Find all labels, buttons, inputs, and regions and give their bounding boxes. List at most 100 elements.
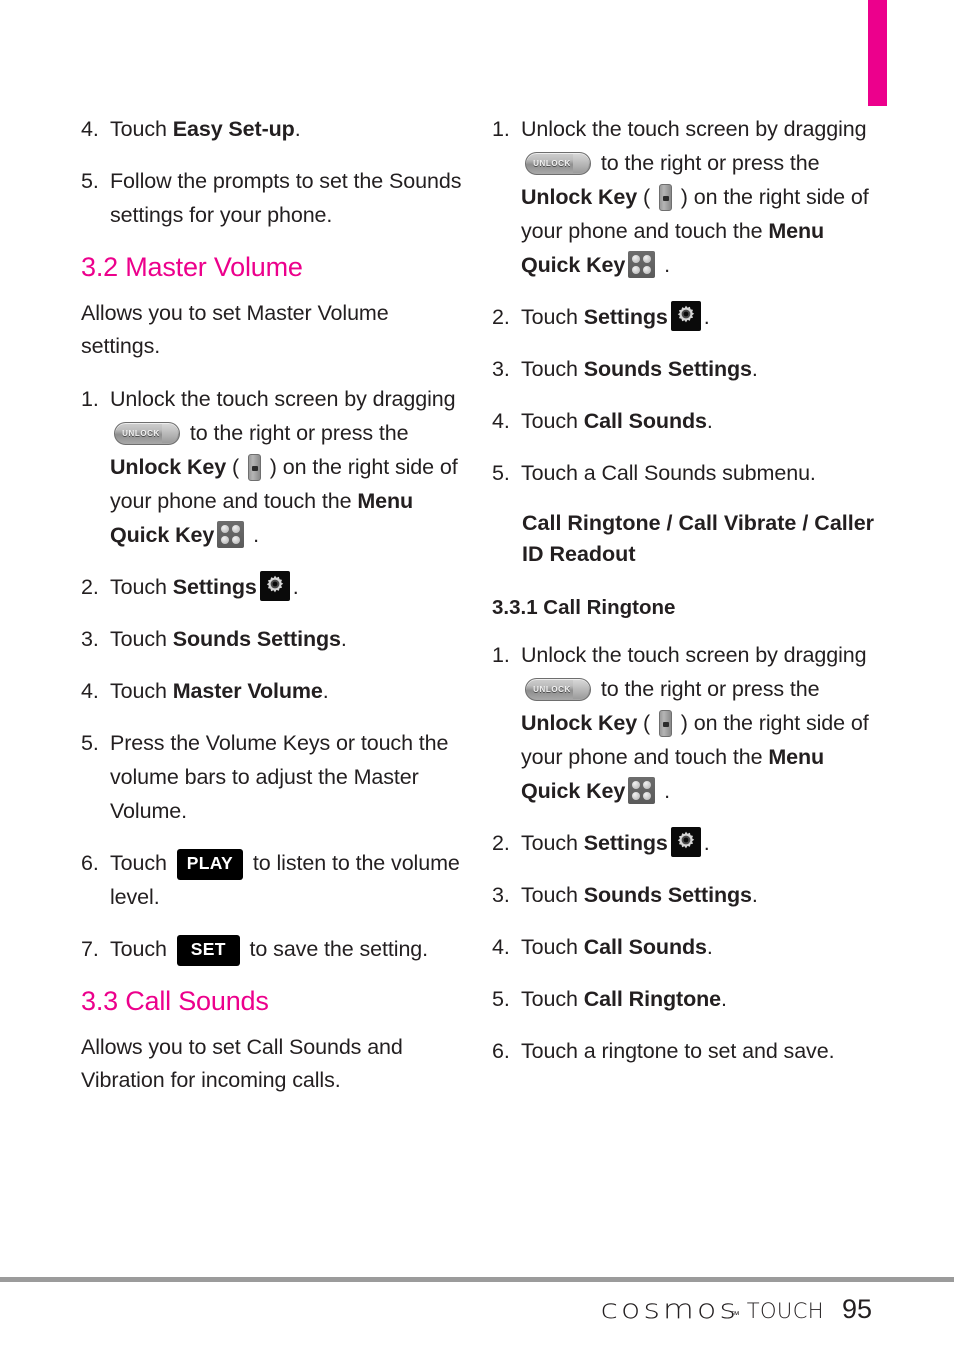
step-text-post: .: [703, 831, 710, 855]
menu-dot: [643, 792, 652, 800]
step-number: 2.: [492, 305, 510, 329]
step-number: 5.: [492, 987, 510, 1011]
unlock-key-icon: [658, 710, 672, 737]
step-text-post: .: [751, 357, 758, 381]
right-column: 1. Unlock the touch screen by dragging UN…: [492, 112, 884, 1086]
step-text-post: .: [703, 305, 710, 329]
step-number: 1.: [81, 387, 99, 411]
heading-3-2: 3.2 Master Volume: [81, 252, 303, 282]
step-text-pre: Touch: [110, 851, 173, 875]
menu-dot: [221, 525, 230, 533]
menu-dot: [232, 525, 241, 533]
step-text-post: .: [294, 117, 301, 141]
menu-dot: [632, 792, 641, 800]
step-number: 4.: [492, 409, 510, 433]
step-number: 6.: [492, 1039, 510, 1063]
section-tab-marker: [868, 0, 887, 106]
step-number: 4.: [81, 679, 99, 703]
list-item: 5. Follow the prompts to set the Sounds s…: [81, 164, 473, 232]
step-text-post: .: [292, 575, 299, 599]
step-number: 6.: [81, 851, 99, 875]
step-text: Press the Volume Keys or touch the volum…: [110, 731, 449, 823]
step-text-pre: Touch: [521, 305, 584, 329]
list-item: 4. Touch Master Volume.: [81, 674, 473, 708]
list-item: 2. Touch Settings.: [492, 300, 884, 334]
menu-dot: [632, 781, 641, 789]
manual-page: 4. Touch Easy Set-up. 5. Follow the prompt…: [0, 0, 954, 1372]
step-text-bold: Settings: [583, 831, 668, 855]
step-text-bold: Master Volume: [172, 679, 323, 703]
list-item-unlock: 1. Unlock the touch screen by dragging UN…: [81, 382, 473, 552]
product-name: TOUCH: [746, 1299, 824, 1323]
unlock-key-icon: [658, 184, 672, 211]
list-item: 3. Touch Sounds Settings.: [492, 878, 884, 912]
intro-paragraph-3-3: Allows you to set Call Sounds and Vibrat…: [81, 1035, 403, 1092]
step-text-bold: Settings: [172, 575, 257, 599]
unlock-text-2: to the right or press the: [595, 151, 820, 175]
step-number: 4.: [81, 117, 99, 141]
settings-gear-icon: [670, 301, 701, 331]
unlock-slider-cap: [162, 424, 178, 443]
set-button[interactable]: SET: [176, 935, 240, 966]
unlock-slider-label: UNLOCK: [533, 158, 571, 168]
list-item: 4. Touch Easy Set-up.: [81, 112, 473, 146]
play-button[interactable]: PLAY: [176, 849, 244, 880]
step-text-bold: Call Sounds: [583, 409, 707, 433]
step-number: 3.: [492, 357, 510, 381]
list-item-unlock: 1. Unlock the touch screen by dragging UN…: [492, 112, 884, 282]
step-text-pre: Touch: [110, 575, 173, 599]
step-text-bold: Call Ringtone: [583, 987, 722, 1011]
left-column: 4. Touch Easy Set-up. 5. Follow the prompt…: [81, 112, 473, 1116]
list-item-play: 6. Touch PLAY to listen to the volume lev…: [81, 846, 473, 914]
menu-dot: [643, 255, 652, 263]
step-text-pre: Touch: [521, 831, 584, 855]
list-item-set: 7. Touch SET to save the setting.: [81, 932, 473, 966]
step-text-bold: Easy Set-up: [172, 117, 295, 141]
unlock-slider-icon: UNLOCK: [525, 152, 591, 175]
step-number: 5.: [81, 731, 99, 755]
unlock-slider-cap: [573, 154, 589, 173]
step-text-bold: Sounds Settings: [583, 883, 752, 907]
menu-quick-key-icon: [628, 251, 656, 278]
unlock-key-bold: Unlock Key: [521, 185, 638, 209]
intro-paragraph-3-2: Allows you to set Master Volume settings…: [81, 301, 389, 358]
page-number: 95: [841, 1294, 872, 1324]
heading-3-3: 3.3 Call Sounds: [81, 986, 269, 1016]
menu-dot: [632, 266, 641, 274]
unlock-text-5: .: [247, 523, 260, 547]
unlock-text-1: Unlock the touch screen by dragging: [110, 387, 456, 411]
list-item: 5. Press the Volume Keys or touch the vol…: [81, 726, 473, 828]
settings-gear-icon: [670, 827, 701, 857]
unlock-text-1: Unlock the touch screen by dragging: [521, 117, 867, 141]
step-text-bold: Settings: [583, 305, 668, 329]
step-number: 1.: [492, 643, 510, 667]
cosmos-wordmark: cosmos: [600, 1294, 740, 1325]
list-item: 2. Touch Settings.: [492, 826, 884, 860]
step-text-pre: Touch: [110, 627, 173, 651]
step-text: Touch a ringtone to set and save.: [521, 1039, 835, 1063]
menu-dot: [643, 266, 652, 274]
step-text-post: to save the setting.: [243, 937, 429, 961]
unlock-slider-label: UNLOCK: [533, 684, 571, 694]
unlock-text-5: .: [658, 253, 671, 277]
step-number: 2.: [492, 831, 510, 855]
unlock-text-2: to the right or press the: [595, 677, 820, 701]
step-text-pre: Touch: [521, 357, 584, 381]
step-number: 4.: [492, 935, 510, 959]
step-text-post: .: [751, 883, 758, 907]
list-item: 3. Touch Sounds Settings.: [81, 622, 473, 656]
footer-divider: [0, 1277, 954, 1282]
menu-quick-key-icon: [628, 777, 656, 804]
step-number: 7.: [81, 937, 99, 961]
menu-dot: [232, 536, 241, 544]
step-number: 1.: [492, 117, 510, 141]
settings-gear-icon: [259, 571, 290, 601]
unlock-slider-icon: UNLOCK: [114, 422, 180, 445]
unlock-text-5: .: [658, 779, 671, 803]
step-text-post: .: [721, 987, 727, 1011]
step-text-pre: Touch: [110, 679, 173, 703]
menu-dot: [643, 781, 652, 789]
step-number: 3.: [81, 627, 99, 651]
page-footer: cosmos ™ TOUCH 95: [0, 1294, 954, 1325]
step-text-bold: Sounds Settings: [583, 357, 752, 381]
